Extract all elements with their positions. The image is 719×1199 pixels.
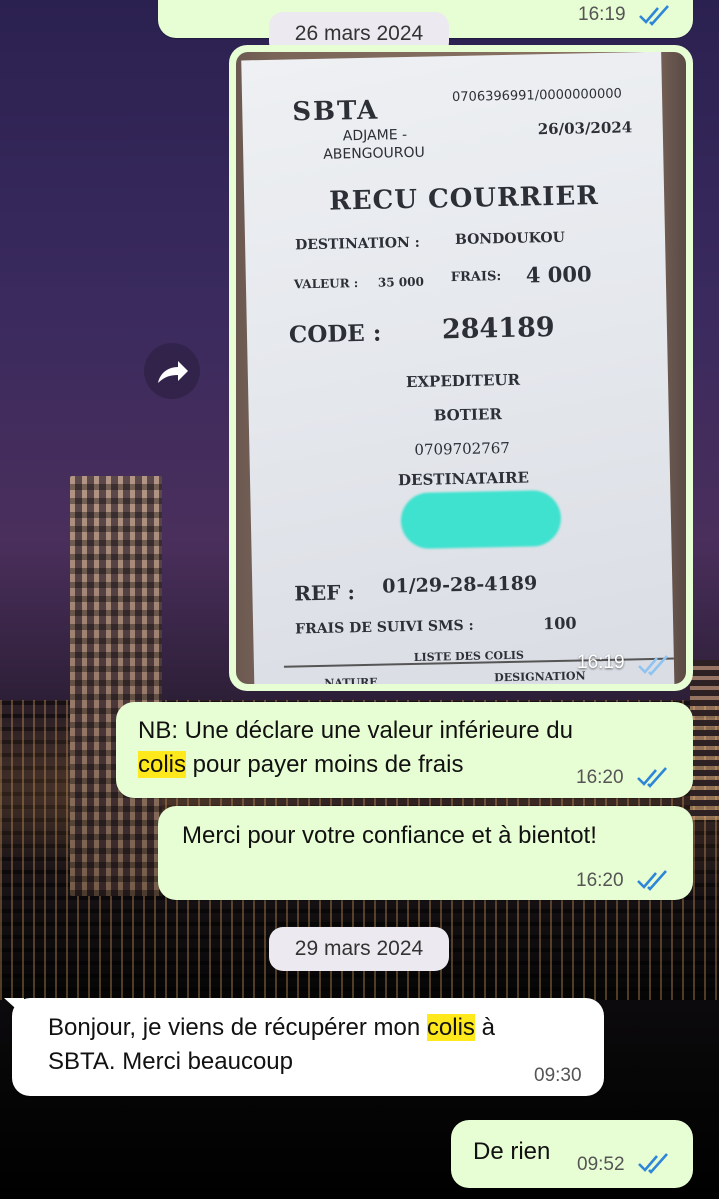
double-check-icon <box>637 767 667 788</box>
message-time: 16:19 <box>578 4 626 25</box>
receipt-route-line2: ABENGOUROU <box>323 144 425 163</box>
receipt-valeur-label: VALEUR : <box>293 276 359 292</box>
message-bubble-outgoing[interactable]: De rien 09:52 <box>451 1120 693 1188</box>
receipt-date: 26/03/2024 <box>537 118 633 139</box>
message-time: 16:20 <box>576 767 624 788</box>
wallpaper-tower <box>70 476 162 896</box>
receipt-ref-label: REF : <box>294 580 356 606</box>
receipt-photo[interactable]: SBTA 0706396991/0000000000 ADJAME - ABEN… <box>236 52 686 684</box>
share-arrow-icon <box>158 361 188 383</box>
receipt-col-designation: DESIGNATION <box>494 669 586 684</box>
receipt-title: RECU COURRIER <box>328 181 600 217</box>
receipt-route-line1: ADJAME - <box>342 127 408 145</box>
receipt-valeur-value: 35 000 <box>377 274 424 290</box>
message-text: Merci pour votre confiance et à bientot! <box>182 822 597 849</box>
receipt-phones: 0706396991/0000000000 <box>451 86 622 106</box>
message-bubble-outgoing[interactable]: NB: Une déclare une valeur inférieure du… <box>116 702 693 798</box>
receipt-destination-label: DESTINATION : <box>294 234 421 254</box>
wallpaper-building <box>690 660 719 820</box>
receipt-paper: SBTA 0706396991/0000000000 ADJAME - ABEN… <box>241 52 675 684</box>
receipt-ref-value: 01/29-28-4189 <box>382 572 538 598</box>
message-text-line2: colis pour payer moins de frais <box>138 749 463 781</box>
search-highlight: colis <box>138 751 187 778</box>
receipt-destination-value: BONDOUKOU <box>454 229 566 249</box>
receipt-expediteur-phone: 0709702767 <box>414 438 511 459</box>
receipt-sms-value: 100 <box>542 613 577 634</box>
image-message-time: 16:19 <box>577 652 625 673</box>
double-check-icon <box>638 1153 668 1174</box>
message-time: 09:30 <box>534 1065 582 1086</box>
message-text-line2: SBTA. Merci beaucoup <box>48 1048 294 1075</box>
receipt-code-label: CODE : <box>288 319 382 349</box>
redaction-mark <box>400 489 562 550</box>
message-text-line2-rest: pour payer moins de frais <box>186 751 464 778</box>
message-text-line1: NB: Une déclare une valeur inférieure du <box>138 717 573 744</box>
receipt-expediteur-name: BOTIER <box>433 405 503 425</box>
message-bubble-incoming[interactable]: Bonjour, je viens de récupérer mon colis… <box>12 998 604 1096</box>
receipt-destinataire-label: DESTINATAIRE <box>397 468 530 490</box>
receipt-expediteur-label: EXPEDITEUR <box>405 370 521 392</box>
message-text: De rien <box>473 1138 551 1165</box>
receipt-col-nature: NATURE <box>324 675 378 684</box>
message-text-line1: Bonjour, je viens de récupérer mon colis… <box>48 1012 495 1044</box>
message-text-line1-end: à <box>474 1014 495 1041</box>
receipt-sms-label: FRAIS DE SUIVI SMS : <box>295 617 474 638</box>
double-check-icon <box>639 5 669 26</box>
double-check-icon <box>637 870 667 891</box>
receipt-code-value: 284189 <box>441 311 555 346</box>
receipt-company: SBTA <box>292 95 380 128</box>
search-highlight: colis <box>426 1014 475 1041</box>
date-separator: 29 mars 2024 <box>269 927 449 971</box>
message-time: 09:52 <box>577 1154 625 1175</box>
message-time: 16:20 <box>576 870 624 891</box>
forward-button[interactable] <box>144 343 200 399</box>
message-text-line1-start: Bonjour, je viens de récupérer mon <box>48 1014 427 1041</box>
bubble-tail-icon <box>4 998 24 1016</box>
receipt-frais-value: 4 000 <box>525 261 592 288</box>
double-check-icon <box>638 655 668 676</box>
message-bubble-outgoing[interactable]: Merci pour votre confiance et à bientot!… <box>158 806 693 900</box>
receipt-frais-label: FRAIS: <box>450 269 502 286</box>
